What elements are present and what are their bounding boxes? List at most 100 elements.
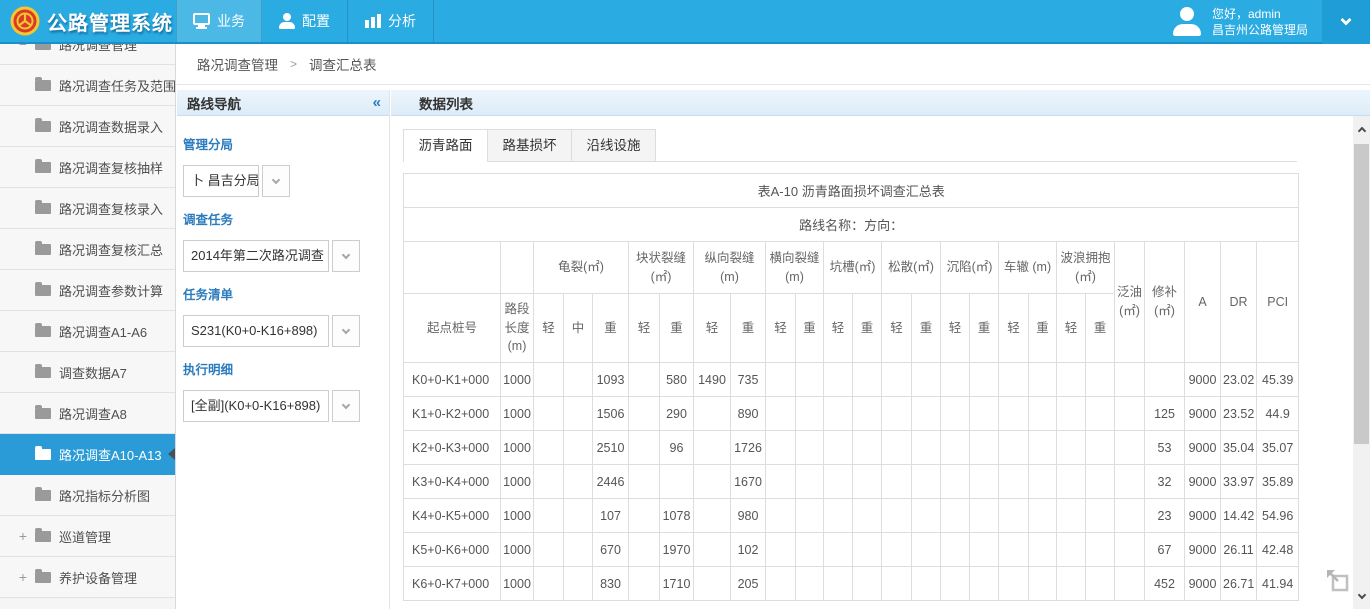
column-subheader: 中 [564, 294, 593, 363]
summary-table-wrap: 表A-10 沥青路面损坏调查汇总表路线名称：方向：龟裂(㎡)块状裂缝(㎡)纵向裂… [403, 173, 1370, 601]
route-nav-panel: 路线导航 « 管理分局卜 昌吉分局调查任务2014年第二次路况调查任务清单S23… [177, 90, 390, 609]
nav-item-label: 分析 [388, 11, 416, 31]
chevron-up-icon [1357, 127, 1365, 135]
combobox-value[interactable]: 卜 昌吉分局 [183, 165, 259, 197]
column-subheader: 轻 [824, 294, 853, 363]
sidebar-item[interactable]: 路况调查参数计算 [0, 270, 175, 311]
expand-icon[interactable] [1324, 567, 1352, 595]
table-cell [629, 567, 660, 601]
table-cell: 125 [1145, 397, 1185, 431]
table-cell [941, 397, 970, 431]
table-cell [853, 499, 882, 533]
table-cell: K1+0-K2+000 [404, 397, 501, 431]
column-group-header: 车辙 (m) [999, 242, 1057, 294]
table-cell [882, 499, 912, 533]
field-task: 调查任务 2014年第二次路况调查 [183, 209, 389, 272]
sidebar-item[interactable]: 路况调查复核录入 [0, 188, 175, 229]
sidebar-item[interactable]: 路况调查A8 [0, 393, 175, 434]
vertical-scrollbar[interactable] [1353, 116, 1370, 609]
column-group-header: 块状裂缝(㎡) [629, 242, 694, 294]
table-cell: 9000 [1185, 397, 1221, 431]
table-cell [629, 533, 660, 567]
field-branch: 管理分局卜 昌吉分局 [183, 134, 389, 197]
route-nav-fields: 管理分局卜 昌吉分局调查任务2014年第二次路况调查任务清单S231(K0+0-… [177, 116, 389, 422]
sidebar-item-label: 路况调查A10-A13 [59, 445, 162, 464]
table-cell: 1710 [660, 567, 694, 601]
user-area[interactable]: 您好，admin 昌吉州公路管理局 [1172, 0, 1322, 44]
table-cell: 1506 [593, 397, 629, 431]
monitor-icon [193, 13, 210, 25]
column-header: PCI [1257, 242, 1299, 363]
collapse-panel-icon[interactable]: « [373, 94, 381, 111]
sidebar-item[interactable]: −路况调查管理 [0, 44, 175, 65]
table-cell [912, 533, 941, 567]
table-cell [1057, 465, 1086, 499]
combobox-value[interactable]: [全副](K0+0-K16+898) [183, 390, 329, 422]
plus-icon[interactable]: + [17, 571, 29, 583]
table-cell: 42.48 [1257, 533, 1299, 567]
plus-icon[interactable]: + [17, 530, 29, 542]
sidebar-item[interactable]: 路况调查复核汇总 [0, 229, 175, 270]
table-cell: 23 [1145, 499, 1185, 533]
table-row: K0+0-K1+000100010935801490735900023.0245… [404, 363, 1299, 397]
sidebar-item-label: 路况调查复核录入 [59, 199, 163, 218]
column-subheader: 轻 [1057, 294, 1086, 363]
sidebar-item[interactable]: 调查数据A7 [0, 352, 175, 393]
combobox-dropdown-button[interactable] [332, 390, 360, 422]
combobox-value[interactable]: 2014年第二次路况调查 [183, 240, 329, 272]
user-menu-toggle[interactable] [1322, 0, 1370, 44]
breadcrumb-item[interactable]: 路况调查管理 [197, 54, 278, 74]
sidebar-item[interactable]: 路况调查A10-A13 [0, 434, 175, 475]
table-cell: K2+0-K3+000 [404, 431, 501, 465]
table-cell: 290 [660, 397, 694, 431]
minus-icon[interactable]: − [17, 44, 29, 50]
sidebar-item[interactable]: 路况指标分析图 [0, 475, 175, 516]
detail-combobox[interactable]: [全副](K0+0-K16+898) [183, 390, 389, 422]
tab-subgrade-damage[interactable]: 路基损坏 [487, 129, 572, 161]
column-subheader: 轻 [882, 294, 912, 363]
combobox-dropdown-button[interactable] [262, 165, 290, 197]
sidebar-item-label: 路况调查参数计算 [59, 281, 163, 300]
sidebar-item[interactable]: 路况调查A1-A6 [0, 311, 175, 352]
sidebar-item[interactable]: +巡道管理 [0, 516, 175, 557]
table-cell [796, 363, 824, 397]
column-subheader: 重 [912, 294, 941, 363]
table-cell: 35.04 [1221, 431, 1257, 465]
table-cell [796, 567, 824, 601]
table-cell [564, 533, 593, 567]
table-cell [1029, 533, 1057, 567]
folder-icon [35, 203, 51, 214]
task-list-combobox[interactable]: S231(K0+0-K16+898) [183, 315, 389, 347]
column-group-header: 龟裂(㎡) [534, 242, 629, 294]
task-combobox[interactable]: 2014年第二次路况调查 [183, 240, 389, 272]
scrollbar-thumb[interactable] [1354, 144, 1369, 444]
nav-item-business[interactable]: 业务 [176, 0, 262, 42]
table-cell [970, 499, 999, 533]
tab-roadside-facilities[interactable]: 沿线设施 [571, 129, 656, 161]
branch-combobox[interactable]: 卜 昌吉分局 [183, 165, 389, 197]
sidebar-item[interactable]: +养护设备管理 [0, 557, 175, 598]
folder-icon [35, 162, 51, 173]
top-nav: 业务配置 分析 [176, 0, 434, 42]
table-cell [694, 465, 731, 499]
combobox-dropdown-button[interactable] [332, 315, 360, 347]
combobox-value[interactable]: S231(K0+0-K16+898) [183, 315, 329, 347]
table-cell [1029, 397, 1057, 431]
sidebar-item[interactable]: 路况调查数据录入 [0, 106, 175, 147]
tab-asphalt-pavement[interactable]: 沥青路面 [403, 129, 488, 161]
folder-icon [35, 531, 51, 542]
table-cell: 26.71 [1221, 567, 1257, 601]
table-cell: 2510 [593, 431, 629, 465]
scroll-down-button[interactable] [1353, 585, 1370, 607]
table-cell [1057, 431, 1086, 465]
scroll-up-button[interactable] [1353, 118, 1370, 140]
column-subheader: 重 [1086, 294, 1115, 363]
sidebar-item[interactable]: 路况调查任务及范围 [0, 65, 175, 106]
combobox-dropdown-button[interactable] [332, 240, 360, 272]
nav-item-config[interactable]: 配置 [262, 0, 348, 42]
sidebar-item[interactable]: 路况调查复核抽样 [0, 147, 175, 188]
field-label: 调查任务 [183, 209, 389, 228]
table-cell: 735 [731, 363, 766, 397]
sidebar-item-label: 路况调查A8 [59, 404, 127, 423]
nav-item-analysis[interactable]: 分析 [348, 0, 434, 42]
